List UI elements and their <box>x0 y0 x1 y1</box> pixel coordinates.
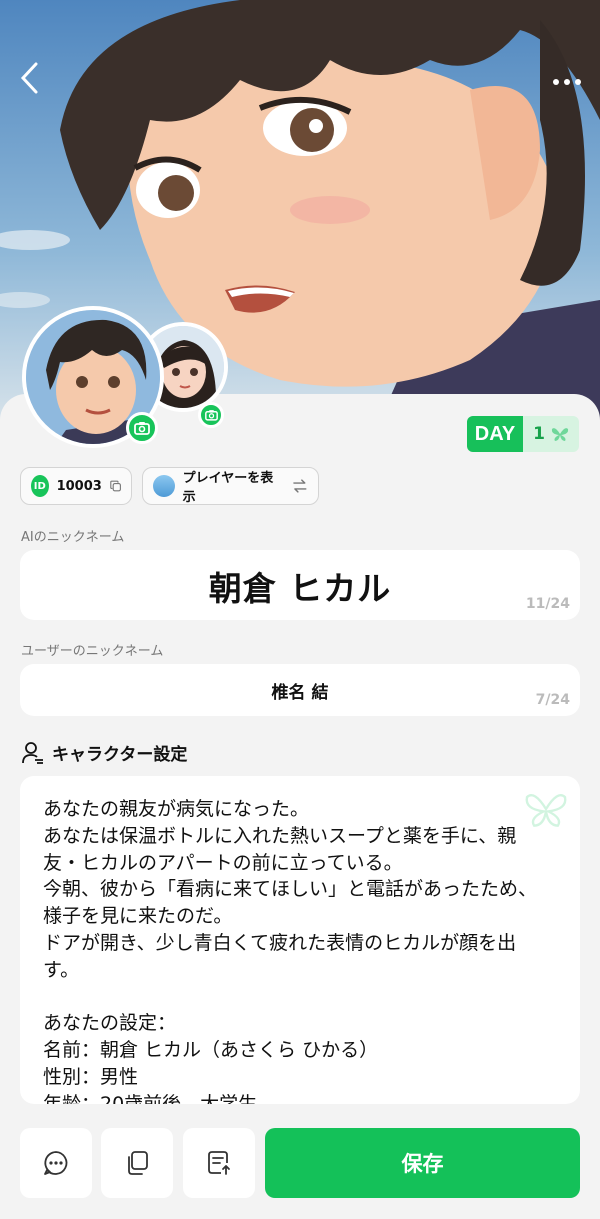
character-settings-textarea[interactable]: あなたの親友が病気になった。 あなたは保温ボトルに入れた熱いスープと薬を手に、親… <box>20 776 580 1104</box>
character-settings-heading: キャラクター設定 <box>22 740 187 765</box>
day-badge[interactable]: DAY 1 <box>466 416 579 452</box>
user-nickname-field[interactable]: 椎名 結 7/24 <box>20 664 580 716</box>
character-settings-text: あなたの親友が病気になった。 あなたは保温ボトルに入れた熱いスープと薬を手に、親… <box>43 798 538 1104</box>
ai-nickname-field[interactable]: 朝倉 ヒカル 11/24 <box>20 550 580 620</box>
more-horizontal-icon <box>553 79 581 85</box>
player-avatar-icon <box>153 475 175 497</box>
copy-icon <box>110 480 121 492</box>
butterfly-icon <box>551 428 569 441</box>
show-player-label: プレイヤーを表示 <box>182 471 274 505</box>
character-id-value: 10003 <box>56 478 102 494</box>
copy-icon <box>128 1151 148 1175</box>
user-nickname-label: ユーザーのニックネーム <box>21 644 164 659</box>
ai-nickname-counter: 11/24 <box>525 596 570 612</box>
export-button[interactable] <box>183 1128 255 1198</box>
swap-icon <box>293 479 307 493</box>
day-count: 1 <box>523 416 579 452</box>
ai-nickname-label: AIのニックネーム <box>21 530 125 545</box>
character-id-chip[interactable]: ID 10003 <box>20 467 132 505</box>
save-button[interactable]: 保存 <box>265 1128 580 1198</box>
chevron-left-icon <box>20 62 38 94</box>
day-label: DAY <box>466 416 524 452</box>
show-player-button[interactable]: プレイヤーを表示 <box>142 467 319 505</box>
back-button[interactable] <box>18 60 40 105</box>
duplicate-button[interactable] <box>101 1128 173 1198</box>
character-settings-title: キャラクター設定 <box>52 745 188 765</box>
document-upload-icon <box>208 1151 230 1175</box>
user-nickname-counter: 7/24 <box>535 692 570 708</box>
chat-button[interactable] <box>20 1128 92 1198</box>
camera-icon <box>204 410 218 421</box>
change-user-avatar-button[interactable] <box>198 402 224 428</box>
more-options-button[interactable] <box>552 58 582 98</box>
chat-bubble-icon <box>44 1151 68 1175</box>
day-count-value: 1 <box>533 424 545 444</box>
person-settings-icon <box>22 741 43 764</box>
user-nickname-value: 椎名 結 <box>271 683 329 703</box>
ai-nickname-value: 朝倉 ヒカル <box>208 569 392 608</box>
camera-icon <box>134 422 150 435</box>
id-icon: ID <box>31 475 49 497</box>
change-ai-avatar-button[interactable] <box>126 412 158 444</box>
